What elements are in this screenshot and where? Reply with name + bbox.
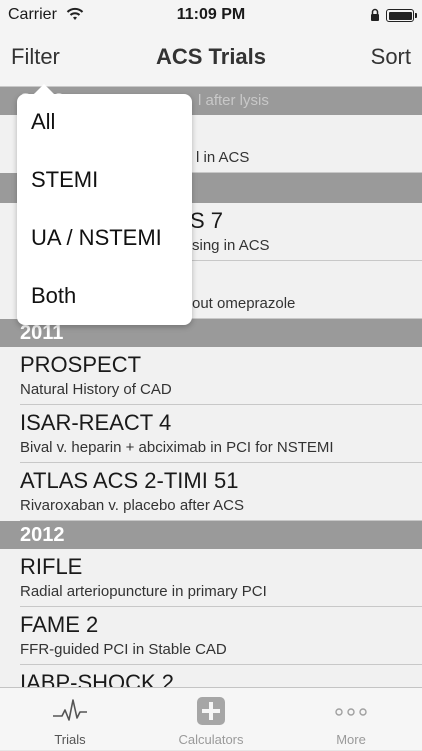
trial-subtitle: Rivaroxaban v. placebo after ACS	[20, 497, 245, 514]
section-hidden-text: l after lysis	[198, 92, 269, 109]
tab-label: More	[336, 732, 366, 747]
trial-title: RIFLE	[20, 554, 83, 579]
page-title: ACS Trials	[155, 44, 267, 69]
list-item[interactable]: RIFLE Radial arteriopuncture in primary …	[0, 549, 422, 607]
orientation-lock-icon	[371, 8, 379, 21]
trial-title: IABP-SHOCK 2	[20, 670, 175, 687]
more-dots-icon	[335, 708, 367, 716]
filter-popover: All STEMI UA / NSTEMI Both	[17, 84, 192, 325]
trial-title: ISAR-REACT 4	[20, 410, 172, 435]
trial-title: PROSPECT	[20, 352, 142, 377]
trial-subtitle: FFR-guided PCI in Stable CAD	[20, 641, 227, 658]
heartbeat-icon	[53, 699, 87, 721]
filter-option-stemi[interactable]: STEMI	[31, 167, 98, 193]
nav-bar: Filter ACS Trials Sort	[0, 32, 422, 87]
tab-trials[interactable]: Trials	[0, 688, 140, 751]
tab-bar: Trials Calculators More	[0, 687, 422, 750]
tab-label: Calculators	[178, 732, 244, 747]
trial-subtitle: l in ACS	[196, 149, 250, 166]
sort-button[interactable]: Sort	[371, 44, 411, 70]
tab-more[interactable]: More	[281, 688, 421, 751]
filter-option-ua-nstemi[interactable]: UA / NSTEMI	[31, 225, 162, 251]
trial-subtitle: sing in ACS	[192, 237, 270, 254]
filter-option-both[interactable]: Both	[31, 283, 76, 309]
section-year: 2011	[20, 322, 64, 344]
status-time: 11:09 PM	[176, 6, 246, 23]
trial-title: S 7	[190, 208, 224, 233]
list-item[interactable]: PROSPECT Natural History of CAD	[0, 347, 422, 405]
list-item[interactable]: IABP-SHOCK 2	[0, 665, 422, 687]
status-bar: Carrier 11:09 PM	[0, 0, 422, 32]
trial-title: ATLAS ACS 2-TIMI 51	[20, 468, 239, 493]
trial-subtitle: Bival v. heparin + abciximab in PCI for …	[20, 439, 334, 456]
trial-subtitle: Natural History of CAD	[20, 381, 172, 398]
list-item[interactable]: ISAR-REACT 4 Bival v. heparin + abcixima…	[0, 405, 422, 463]
tab-calculators[interactable]: Calculators	[141, 688, 281, 751]
trial-title: FAME 2	[20, 612, 99, 637]
trial-subtitle: out omeprazole	[192, 295, 296, 312]
section-header: 2012	[0, 521, 422, 549]
battery-icon	[386, 9, 417, 22]
section-year: 2012	[20, 524, 65, 546]
list-item[interactable]: FAME 2 FFR-guided PCI in Stable CAD	[0, 607, 422, 665]
list-item[interactable]: ATLAS ACS 2-TIMI 51 Rivaroxaban v. place…	[0, 463, 422, 521]
trial-subtitle: Radial arteriopuncture in primary PCI	[20, 583, 267, 600]
plus-box-icon	[197, 697, 225, 725]
filter-option-all[interactable]: All	[31, 109, 55, 135]
tab-label: Trials	[54, 732, 86, 747]
